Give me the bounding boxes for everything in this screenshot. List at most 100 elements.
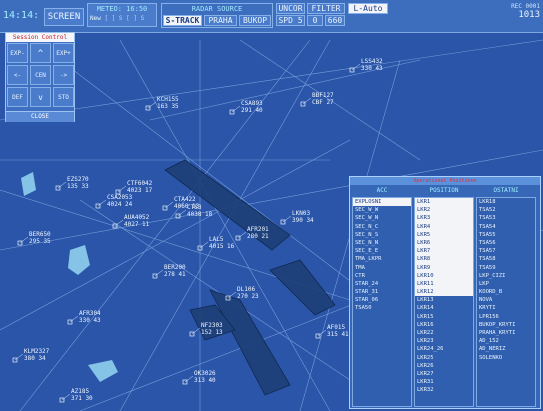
filter-lower-field[interactable]: 0 [307, 15, 323, 26]
list-item[interactable]: TSA54 [477, 223, 535, 231]
list-item[interactable]: LKR15 [415, 313, 473, 321]
pan-left-button[interactable]: <- [7, 65, 28, 85]
speed-vector-button[interactable]: SPD 5 [276, 15, 305, 26]
list-item[interactable]: AD_NERIZ [477, 345, 535, 353]
list-item[interactable]: LKR9 [415, 263, 473, 272]
list-item[interactable]: EXPLOSNI [353, 198, 411, 207]
meteo-panel[interactable]: METEO: 16:50 New [ ] S [ ] S [87, 3, 157, 27]
zoom-in-button[interactable]: EXP+ [53, 43, 74, 63]
praha-button[interactable]: PRAHA [204, 15, 237, 26]
list-item[interactable]: LKR32 [415, 386, 473, 394]
list-item[interactable]: LKR1 [415, 198, 473, 207]
list-item[interactable]: LKR4 [415, 222, 473, 231]
aircraft-track[interactable]: EZS270135 33 [55, 176, 89, 191]
list-item[interactable]: LKR11 [415, 279, 473, 289]
list-item[interactable]: KRYTI [477, 304, 535, 312]
list-item[interactable]: STAR_24 [353, 280, 411, 288]
list-item[interactable]: LKR31 [415, 378, 473, 386]
aircraft-track[interactable]: BER200278 41 [152, 264, 186, 279]
list-item[interactable]: TSA58 [477, 255, 535, 263]
aircraft-track[interactable]: CTF60424023 17 [115, 180, 153, 195]
list-item[interactable]: SEC_W_W [353, 206, 411, 214]
list-item[interactable]: PRAHA_KRYTI [477, 329, 535, 337]
list-item[interactable]: LKP [477, 280, 535, 288]
list-item[interactable]: LKR6 [415, 238, 473, 248]
s-track-button[interactable]: S-TRACK [163, 15, 202, 26]
aircraft-track[interactable]: KLM2327380 34 [12, 348, 50, 363]
close-button[interactable]: CLOSE [6, 111, 74, 122]
list-item[interactable]: STAR_31 [353, 288, 411, 296]
list-item[interactable]: LKR25 [415, 354, 473, 362]
aircraft-track[interactable]: CTA4224060 13 [162, 196, 200, 211]
aircraft-track[interactable]: AFR304330 43 [67, 310, 101, 325]
list-item[interactable]: TMA_LKPR [353, 255, 411, 263]
aircraft-track[interactable]: AF015315 41 [315, 324, 349, 339]
aircraft-track[interactable]: CSA893291 40 [229, 100, 263, 115]
list-item[interactable]: LKR13 [415, 296, 473, 304]
acc-list[interactable]: EXPLOSNI SEC_W_W SEC_W_N SEC_N_C SEC_N_S SEC_… [352, 197, 412, 407]
pan-up-button[interactable]: ^ [30, 43, 51, 63]
store-view-button[interactable]: STO [53, 87, 74, 107]
list-item[interactable]: NOVA [477, 296, 535, 304]
list-item[interactable]: LKR24_26 [415, 345, 473, 353]
list-item[interactable]: TSA53 [477, 214, 535, 222]
list-item[interactable]: LKR27 [415, 370, 473, 378]
list-item[interactable]: SEC_E_E [353, 247, 411, 255]
list-item[interactable]: TSA50 [353, 304, 411, 312]
list-item[interactable]: BUKOP_KRYTI [477, 321, 535, 329]
list-item[interactable]: LKR18 [477, 198, 535, 206]
list-item[interactable]: LKR5 [415, 230, 473, 239]
aircraft-track[interactable]: LSS432330 43 [349, 58, 383, 73]
list-item[interactable]: SEC_N_C [353, 223, 411, 231]
aircraft-track[interactable]: CSA20534024 24 [95, 194, 133, 209]
list-item[interactable]: LKR8 [415, 255, 473, 264]
label-auto-button[interactable]: L-Auto [348, 3, 388, 14]
list-item[interactable]: LKR12 [415, 288, 473, 297]
aircraft-track[interactable]: AFR201280 21 [235, 226, 269, 241]
list-item[interactable]: LKR16 [415, 321, 473, 329]
position-list[interactable]: LKR1 LKR2 LKR3 LKR4 LKR5 LKR6 LKR7 LKR8 LKR9 LKR1… [414, 197, 474, 407]
list-item[interactable]: SEC_N_S [353, 231, 411, 239]
aircraft-track[interactable]: OK3026313 40 [182, 370, 216, 385]
list-item[interactable]: STAR_06 [353, 296, 411, 304]
aircraft-track[interactable]: BER650295 35 [17, 231, 51, 246]
list-item[interactable]: LKR7 [415, 247, 473, 256]
ostatni-list[interactable]: LKR18 TSA52 TSA53 TSA54 TSA55 TSA56 TSA57 TSA58… [476, 197, 536, 407]
list-item[interactable]: TSA52 [477, 206, 535, 214]
list-item[interactable]: KOORD_B [477, 288, 535, 296]
pan-down-button[interactable]: v [30, 87, 51, 107]
list-item[interactable]: TSA56 [477, 239, 535, 247]
aircraft-track[interactable]: KCH155163 35 [145, 96, 179, 111]
radar-scope[interactable]: LSS432 330 43 BBF127 CBF 27 KCH155 163 35 CSA8… [0, 0, 543, 411]
list-item[interactable]: LKR3 [415, 214, 473, 223]
list-item[interactable]: LKR26 [415, 362, 473, 370]
aircraft-track[interactable]: LAL54015 16 [197, 236, 235, 251]
aircraft-track[interactable]: AZ185371 30 [59, 388, 93, 403]
list-item[interactable]: TSA55 [477, 231, 535, 239]
pan-right-button[interactable]: -> [53, 65, 74, 85]
list-item[interactable]: AD_152 [477, 337, 535, 345]
bukop-button[interactable]: BUKOP [239, 15, 271, 26]
list-item[interactable]: CTR [353, 272, 411, 280]
list-item[interactable]: LKP_CIZI [477, 272, 535, 280]
list-item[interactable]: SEC_N_N [353, 239, 411, 247]
list-item[interactable]: LKR10 [415, 271, 473, 280]
list-item[interactable]: LKR23 [415, 337, 473, 345]
uncor-button[interactable]: UNCOR [276, 3, 305, 14]
screen-button[interactable]: SCREEN [44, 8, 84, 26]
list-item[interactable]: TSA59 [477, 264, 535, 272]
aircraft-track[interactable]: BBF127CBF 27 [300, 92, 334, 107]
center-button[interactable]: CEN [30, 65, 51, 85]
list-item[interactable]: LKR22 [415, 329, 473, 337]
aircraft-track[interactable]: NF2303152 13 [189, 322, 223, 337]
filter-button[interactable]: FILTER [307, 3, 345, 14]
filter-upper-field[interactable]: 660 [325, 15, 345, 26]
list-item[interactable]: LKR14 [415, 304, 473, 312]
list-item[interactable]: LPR156 [477, 313, 535, 321]
list-item[interactable]: TMA [353, 264, 411, 272]
meteo-new-option[interactable]: New [90, 15, 101, 22]
list-item[interactable]: SEC_W_N [353, 214, 411, 222]
aircraft-track[interactable]: LKN03390 34 [280, 210, 314, 225]
default-view-button[interactable]: DEF [7, 87, 28, 107]
list-item[interactable]: TSA57 [477, 247, 535, 255]
